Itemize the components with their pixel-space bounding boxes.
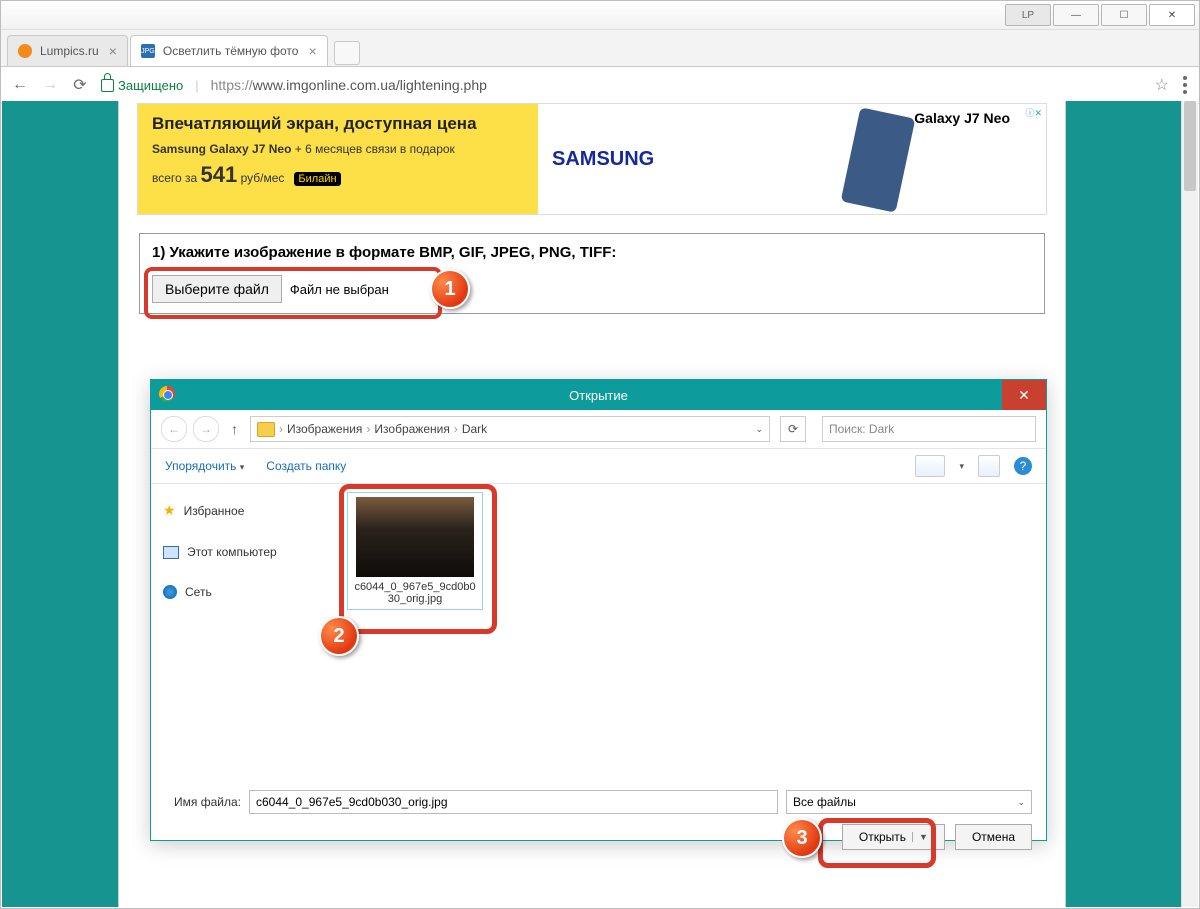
preview-pane-button[interactable] [978, 455, 1000, 477]
forward-button[interactable]: → [41, 76, 59, 94]
ad-right: SAMSUNG Galaxy J7 Neo ⓘ✕ [538, 104, 1046, 214]
folder-icon [257, 422, 275, 437]
tab-lumpics[interactable]: Lumpics.ru × [7, 35, 128, 66]
sidebar-item-label: Этот компьютер [187, 545, 277, 559]
maximize-button[interactable]: ☐ [1101, 4, 1147, 26]
step-1-label: 1) Укажите изображение в формате BMP, GI… [152, 244, 1032, 261]
nav-forward-button[interactable]: → [193, 416, 219, 442]
window-titlebar: LP — ☐ ✕ [1, 1, 1199, 30]
dialog-footer: Имя файла: Все файлы ⌄ 3 Открыть▼ Отмена [151, 784, 1046, 868]
marker-2: 2 [319, 616, 359, 656]
adchoices-icon[interactable]: ⓘ✕ [1025, 106, 1042, 119]
nav-up-button[interactable]: ↑ [231, 421, 238, 437]
secure-label: Защищено [118, 78, 183, 93]
organize-menu[interactable]: Упорядочить ▾ [165, 459, 244, 473]
scrollbar-thumb[interactable] [1184, 101, 1196, 191]
samsung-logo: SAMSUNG [552, 148, 654, 171]
nav-back-button[interactable]: ← [161, 416, 187, 442]
crumb[interactable]: Изображения [374, 422, 449, 436]
file-input-row: Выберите файл Файл не выбран 1 [152, 275, 1032, 303]
ad-headline: Впечатляющий экран, доступная цена [152, 114, 524, 134]
url-protocol: https:// [211, 77, 253, 93]
chevron-down-icon[interactable]: ▼ [912, 832, 928, 842]
minimize-button[interactable]: — [1053, 4, 1099, 26]
filename-label: Имя файла: [165, 795, 241, 809]
reload-button[interactable]: ⟳ [71, 76, 89, 94]
browser-window: LP — ☐ ✕ Lumpics.ru × JPG Осветлить тёмн… [0, 0, 1200, 909]
window-close-button[interactable]: ✕ [1149, 4, 1195, 26]
favicon-icon: JPG [141, 44, 155, 58]
sidebar-item-favorites[interactable]: ★ Избранное [157, 496, 327, 525]
cancel-button[interactable]: Отмена [955, 824, 1032, 850]
dialog-toolbar: Упорядочить ▾ Создать папку ▾ ? [151, 449, 1046, 484]
chevron-down-icon[interactable]: ⌄ [755, 424, 763, 435]
ad-left: Впечатляющий экран, доступная цена Samsu… [138, 104, 538, 214]
dialog-title: Открытие [569, 388, 628, 403]
star-icon: ★ [163, 502, 176, 519]
dialog-sidebar: ★ Избранное Этот компьютер Сеть [151, 484, 333, 784]
new-folder-button[interactable]: Создать папку [266, 459, 346, 473]
file-type-label: Все файлы [793, 795, 856, 809]
dialog-search-input[interactable]: Поиск: Dark [822, 416, 1036, 442]
file-name-label: c6044_0_967e5_9cd0b030_orig.jpg [352, 581, 478, 605]
tab-imgonline[interactable]: JPG Осветлить тёмную фото × [130, 35, 328, 66]
nav-refresh-button[interactable]: ⟳ [780, 416, 806, 442]
choose-file-button[interactable]: Выберите файл [152, 275, 282, 303]
sidebar-item-network[interactable]: Сеть [157, 579, 327, 605]
ad-product: Galaxy J7 Neo [914, 110, 1010, 126]
back-button[interactable]: ← [11, 76, 29, 94]
dialog-titlebar[interactable]: Открытие ✕ [151, 380, 1046, 410]
breadcrumb[interactable]: › Изображения› Изображения› Dark ⌄ [250, 416, 770, 442]
tab-label: Lumpics.ru [40, 44, 99, 58]
network-icon [163, 585, 177, 599]
url-field[interactable]: https://www.imgonline.com.ua/lightening.… [211, 77, 1143, 93]
marker-1: 1 [430, 269, 470, 309]
close-tab-icon[interactable]: × [109, 43, 117, 59]
dialog-close-button[interactable]: ✕ [1002, 380, 1046, 410]
file-type-select[interactable]: Все файлы ⌄ [786, 790, 1032, 814]
phone-image [841, 107, 916, 213]
dialog-nav: ← → ↑ › Изображения› Изображения› Dark ⌄… [151, 410, 1046, 449]
sidebar-item-computer[interactable]: Этот компьютер [157, 539, 327, 565]
file-open-dialog: Открытие ✕ ← → ↑ › Изображения› Изображе… [150, 379, 1047, 841]
secure-indicator[interactable]: Защищено [101, 78, 183, 93]
ad-price-line: всего за 541 руб/мес Билайн [152, 158, 524, 191]
crumb[interactable]: Dark [462, 422, 487, 436]
file-pane[interactable]: c6044_0_967e5_9cd0b030_orig.jpg 2 [333, 484, 1046, 784]
favicon-icon [18, 44, 32, 58]
dialog-body: ★ Избранное Этот компьютер Сеть c6044_0_9… [151, 484, 1046, 784]
chevron-down-icon: ⌄ [1017, 797, 1025, 808]
file-item[interactable]: c6044_0_967e5_9cd0b030_orig.jpg 2 [347, 492, 497, 610]
browser-tabbar: Lumpics.ru × JPG Осветлить тёмную фото × [1, 30, 1199, 67]
sidebar-item-label: Избранное [184, 504, 245, 518]
search-placeholder: Поиск: Dark [829, 422, 894, 436]
lock-icon [101, 79, 114, 92]
url-text: www.imgonline.com.ua/lightening.php [253, 77, 487, 93]
open-button[interactable]: Открыть▼ [842, 824, 945, 850]
chrome-icon [159, 386, 175, 402]
tab-label: Осветлить тёмную фото [163, 44, 299, 58]
computer-icon [163, 546, 179, 559]
help-icon[interactable]: ? [1014, 457, 1032, 475]
lp-badge: LP [1005, 4, 1051, 26]
bookmark-star-icon[interactable]: ☆ [1155, 75, 1169, 95]
marker-3: 3 [782, 818, 822, 858]
ad-subline: Samsung Galaxy J7 Neo + 6 месяцев связи … [152, 140, 524, 158]
close-tab-icon[interactable]: × [308, 43, 316, 59]
view-mode-button[interactable] [915, 455, 945, 477]
upload-form-box: 1) Укажите изображение в формате BMP, GI… [139, 233, 1045, 314]
browser-menu-icon[interactable] [1181, 72, 1189, 98]
sidebar-item-label: Сеть [185, 585, 212, 599]
address-bar: ← → ⟳ Защищено | https://www.imgonline.c… [1, 67, 1199, 104]
crumb[interactable]: Изображения [287, 422, 362, 436]
thumbnail-image [356, 497, 474, 577]
filename-input[interactable] [249, 790, 778, 814]
chevron-down-icon[interactable]: ▾ [959, 461, 964, 472]
ad-banner[interactable]: Впечатляющий экран, доступная цена Samsu… [137, 103, 1047, 215]
new-tab-button[interactable] [334, 41, 360, 65]
vertical-scrollbar[interactable] [1181, 101, 1198, 907]
no-file-label: Файл не выбран [290, 282, 389, 297]
